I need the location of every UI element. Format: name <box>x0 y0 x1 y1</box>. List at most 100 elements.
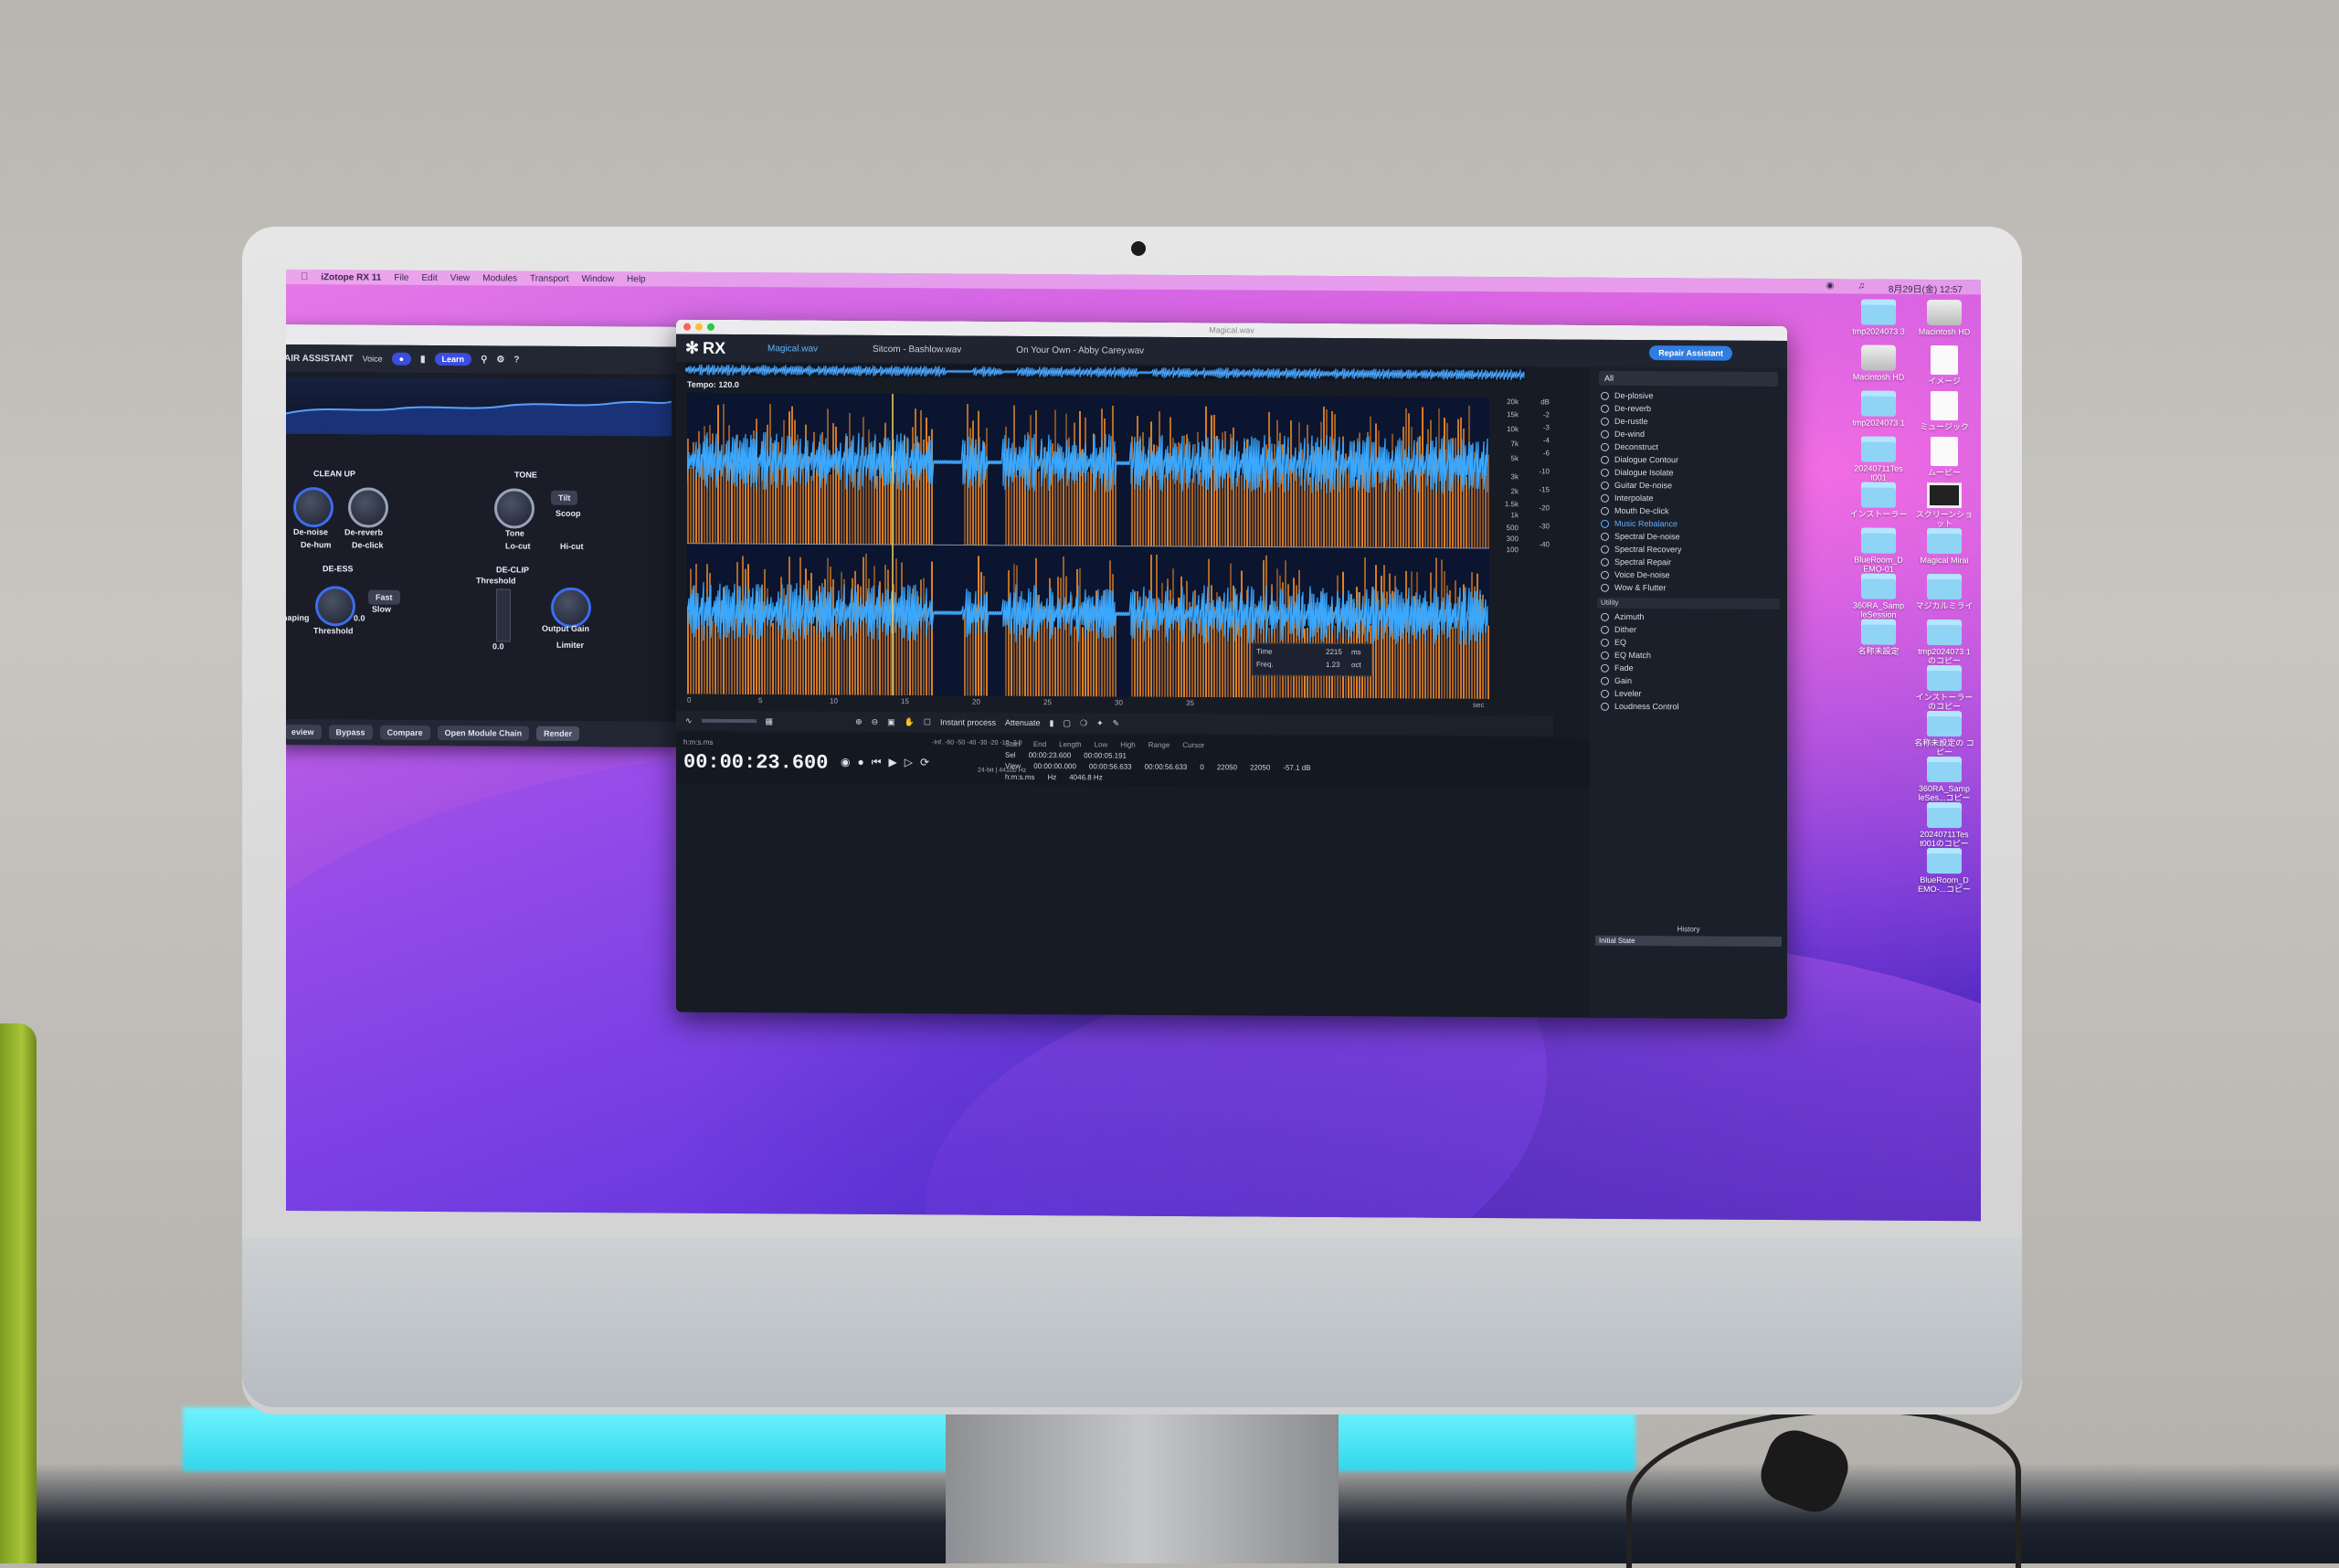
utility-group-header[interactable]: Utility <box>1597 597 1780 609</box>
review-button[interactable]: eview <box>286 724 322 740</box>
compare-button[interactable]: Compare <box>379 725 430 740</box>
play-selection-icon[interactable]: ▷ <box>905 756 913 769</box>
tab-sitcom[interactable]: Sitcom - Bashlow.wav <box>845 344 989 355</box>
waveform-toggle-icon[interactable]: ∿ <box>685 715 693 726</box>
desktop-icon[interactable]: スクリーンショット <box>1914 482 1974 528</box>
limiter-toggle[interactable]: Limiter <box>556 641 584 650</box>
assistant-titlebar[interactable] <box>286 323 679 347</box>
module-spectral-de-noise[interactable]: Spectral De-noise <box>1590 530 1787 544</box>
menu-view[interactable]: View <box>450 273 471 283</box>
search-icon[interactable]: ⚲ <box>481 355 487 365</box>
locut-toggle[interactable]: Lo-cut <box>505 541 531 550</box>
desktop-icon[interactable]: インストーラー <box>1848 482 1909 519</box>
desktop-icon[interactable]: tmp2024073 1のコピー <box>1914 619 1974 665</box>
module-dialogue-isolate[interactable]: Dialogue Isolate <box>1590 466 1787 480</box>
desktop-icon[interactable]: Macintosh HD <box>1914 299 1974 336</box>
record-icon[interactable]: ● <box>857 756 863 769</box>
dehum-toggle[interactable]: De-hum <box>301 540 332 549</box>
menu-edit[interactable]: Edit <box>422 272 438 282</box>
slow-option[interactable]: Slow <box>372 605 391 614</box>
tilt-button[interactable]: Tilt <box>551 490 578 505</box>
repair-assistant-button[interactable]: Repair Assistant <box>1649 345 1732 361</box>
module-dialogue-contour[interactable]: Dialogue Contour <box>1590 453 1787 467</box>
module-azimuth[interactable]: Azimuth <box>1590 610 1787 624</box>
menubar-clock[interactable]: 8月29日(金) 12:57 <box>1889 281 1963 295</box>
module-de-reverb[interactable]: De-reverb <box>1590 402 1787 416</box>
attenuate-dropdown[interactable]: Attenuate <box>1005 718 1041 727</box>
voice-toggle[interactable]: ● <box>391 352 412 366</box>
menu-modules[interactable]: Modules <box>482 273 517 283</box>
wand-icon[interactable]: ✦ <box>1096 718 1104 728</box>
opacity-slider[interactable] <box>701 718 757 724</box>
mic-icon[interactable]: ▮ <box>420 354 426 364</box>
menu-file[interactable]: File <box>394 272 408 282</box>
tab-magical[interactable]: Magical.wav <box>740 344 845 355</box>
module-de-wind[interactable]: De-wind <box>1590 428 1787 441</box>
wifi-icon[interactable]: ◉ <box>1826 281 1835 294</box>
menu-window[interactable]: Window <box>581 273 614 283</box>
headphones-icon[interactable]: ◉ <box>841 756 850 769</box>
desktop-icon[interactable]: tmp2024073 1 <box>1848 390 1909 428</box>
module-guitar-de-noise[interactable]: Guitar De-noise <box>1590 479 1787 493</box>
menu-help[interactable]: Help <box>627 274 646 284</box>
tab-on-your-own[interactable]: On Your Own - Abby Carey.wav <box>989 344 1171 355</box>
fast-button[interactable]: Fast <box>368 589 400 605</box>
module-loudness-control[interactable]: Loudness Control <box>1590 700 1787 714</box>
volume-icon[interactable]: ♫ <box>1857 281 1865 295</box>
module-eq-match[interactable]: EQ Match <box>1590 649 1787 662</box>
play-icon[interactable]: ▶ <box>889 756 897 769</box>
time-format-dropdown[interactable]: h:m:s.ms <box>683 738 713 747</box>
module-filter-dropdown[interactable]: All <box>1599 370 1778 387</box>
module-wow-flutter[interactable]: Wow & Flutter <box>1590 581 1787 595</box>
minimize-icon[interactable] <box>695 323 703 331</box>
spectrogram-toggle-icon[interactable]: ▦ <box>766 716 774 726</box>
module-leveler[interactable]: Leveler <box>1590 687 1787 701</box>
apple-icon[interactable]:  <box>301 271 308 282</box>
loop-icon[interactable]: ⟳ <box>920 756 929 769</box>
time-select-icon[interactable]: ▮ <box>1050 718 1054 728</box>
module-dither[interactable]: Dither <box>1590 623 1787 637</box>
brush-icon[interactable]: ✎ <box>1113 718 1120 728</box>
menu-transport[interactable]: Transport <box>530 273 568 283</box>
desktop-icon[interactable]: 名称未設定 <box>1848 619 1909 656</box>
module-interpolate[interactable]: Interpolate <box>1590 492 1787 505</box>
denoise-knob[interactable] <box>293 487 333 528</box>
desktop-icon[interactable]: Macintosh HD <box>1848 344 1909 382</box>
close-icon[interactable] <box>683 323 691 331</box>
desktop-icon[interactable]: BlueRoom_D EMO-...コピー <box>1914 847 1974 894</box>
render-button[interactable]: Render <box>536 726 580 741</box>
dereverb-knob[interactable] <box>348 487 388 528</box>
desktop-icon[interactable]: インストーラー のコピー <box>1914 664 1974 711</box>
zoom-out-icon[interactable]: ⊖ <box>872 716 879 726</box>
gear-icon[interactable]: ⚙ <box>496 355 504 365</box>
module-de-plosive[interactable]: De-plosive <box>1590 389 1787 403</box>
desktop-icon[interactable]: ムービー <box>1914 436 1974 477</box>
zoom-in-icon[interactable]: ⊕ <box>855 716 863 726</box>
module-fade[interactable]: Fade <box>1590 662 1787 675</box>
desktop-icon[interactable]: tmp2024073 3 <box>1848 299 1909 336</box>
module-gain[interactable]: Gain <box>1590 674 1787 688</box>
hicut-toggle[interactable]: Hi-cut <box>560 542 584 551</box>
declick-toggle[interactable]: De-click <box>352 540 384 549</box>
desktop-icon[interactable]: Magical Mirai <box>1914 527 1974 565</box>
desktop-icon[interactable]: 20240711Tes t001のコピー <box>1914 801 1974 848</box>
help-icon[interactable]: ? <box>513 355 519 365</box>
declip-threshold-slider[interactable] <box>496 588 511 642</box>
desktop-icon[interactable]: イメージ <box>1914 344 1974 386</box>
instant-process-checkbox[interactable]: ☐ <box>924 717 931 727</box>
menu-app-name[interactable]: iZotope RX 11 <box>321 272 381 282</box>
hand-icon[interactable]: ✋ <box>905 717 915 727</box>
module-spectral-recovery[interactable]: Spectral Recovery <box>1590 543 1787 556</box>
deess-threshold-knob[interactable] <box>315 586 355 627</box>
rect-select-icon[interactable]: ▢ <box>1063 718 1071 728</box>
desktop-icon[interactable]: BlueRoom_D EMO-01 <box>1848 527 1909 574</box>
desktop-icon[interactable]: マジカルミライ <box>1914 573 1974 610</box>
bypass-button[interactable]: Bypass <box>328 725 373 740</box>
module-music-rebalance[interactable]: Music Rebalance <box>1590 517 1787 531</box>
desktop-icon[interactable]: 名称未設定の コピー <box>1914 710 1974 757</box>
zoom-icon[interactable] <box>707 323 714 331</box>
output-gain-knob[interactable] <box>551 587 591 629</box>
waveform-overview[interactable] <box>684 363 1526 382</box>
desktop-icon[interactable]: ミュージック <box>1914 390 1974 431</box>
desktop-icon[interactable]: 360RA_Samp leSes...コピー <box>1914 756 1974 802</box>
